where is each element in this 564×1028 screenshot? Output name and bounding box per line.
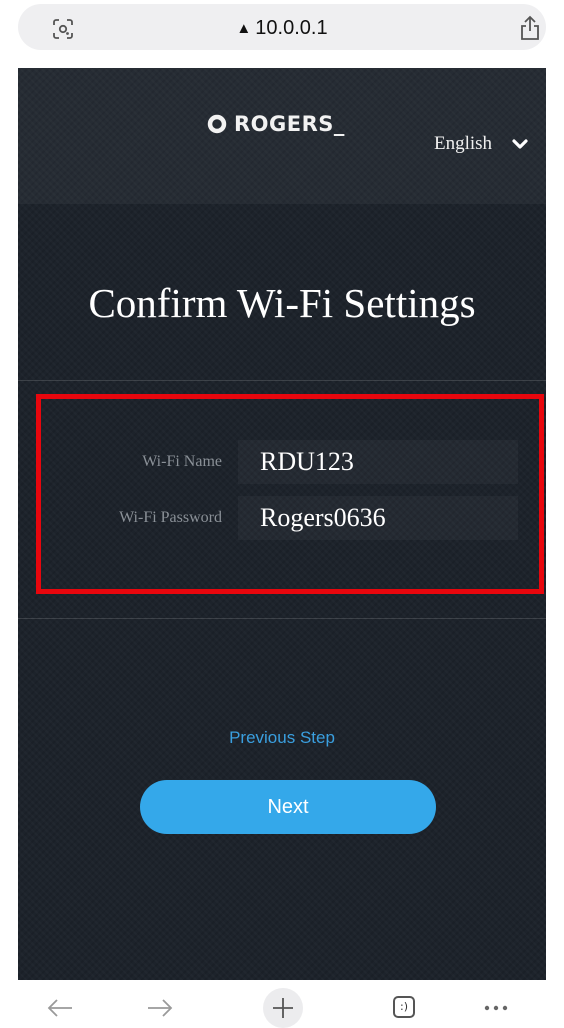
next-button[interactable]: Next xyxy=(140,780,436,834)
wifi-name-row: Wi-Fi Name RDU123 xyxy=(18,440,546,484)
address-bar[interactable]: ▲ 10.0.0.1 xyxy=(18,4,546,50)
brand-name: ROGERS xyxy=(234,112,334,136)
tab-switcher-label: :) xyxy=(393,996,415,1018)
wifi-password-label: Wi-Fi Password xyxy=(119,509,222,526)
tab-switcher-button[interactable]: :) xyxy=(384,988,424,1028)
wifi-password-row: Wi-Fi Password Rogers0636 xyxy=(18,496,546,540)
previous-step-link[interactable]: Previous Step xyxy=(18,728,546,748)
wifi-name-field[interactable]: RDU123 xyxy=(238,440,518,484)
language-selector[interactable]: English xyxy=(434,130,528,158)
arrow-right-icon[interactable] xyxy=(140,988,180,1028)
language-label: English xyxy=(434,133,493,154)
rogers-logo-mark-icon xyxy=(207,114,227,134)
divider xyxy=(18,380,546,381)
page-title: Confirm Wi-Fi Settings xyxy=(88,280,476,326)
page-header: ROGERS _ English xyxy=(18,68,546,204)
logo-underscore: _ xyxy=(333,112,345,136)
chevron-down-icon xyxy=(512,139,528,149)
plus-icon xyxy=(273,998,293,1018)
warning-triangle-icon: ▲ xyxy=(236,20,252,37)
divider xyxy=(18,618,546,619)
url-text: 10.0.0.1 xyxy=(255,17,328,39)
wifi-name-value: RDU123 xyxy=(260,447,354,476)
share-icon[interactable] xyxy=(518,14,542,42)
router-setup-page: ROGERS _ English Confirm Wi-Fi Settings … xyxy=(18,68,546,980)
wifi-password-value: Rogers0636 xyxy=(260,503,386,532)
browser-toolbar: :) xyxy=(0,984,564,1028)
screen: ▲ 10.0.0.1 ROGERS _ English Confirm Wi-F… xyxy=(0,0,564,1028)
wifi-password-field[interactable]: Rogers0636 xyxy=(238,496,518,540)
new-tab-button[interactable] xyxy=(263,988,303,1028)
wifi-name-label: Wi-Fi Name xyxy=(142,453,222,470)
rogers-logo: ROGERS _ xyxy=(206,110,345,138)
url-display[interactable]: ▲ 10.0.0.1 xyxy=(18,16,546,41)
arrow-left-icon[interactable] xyxy=(40,988,80,1028)
ellipsis-icon[interactable] xyxy=(476,988,516,1028)
